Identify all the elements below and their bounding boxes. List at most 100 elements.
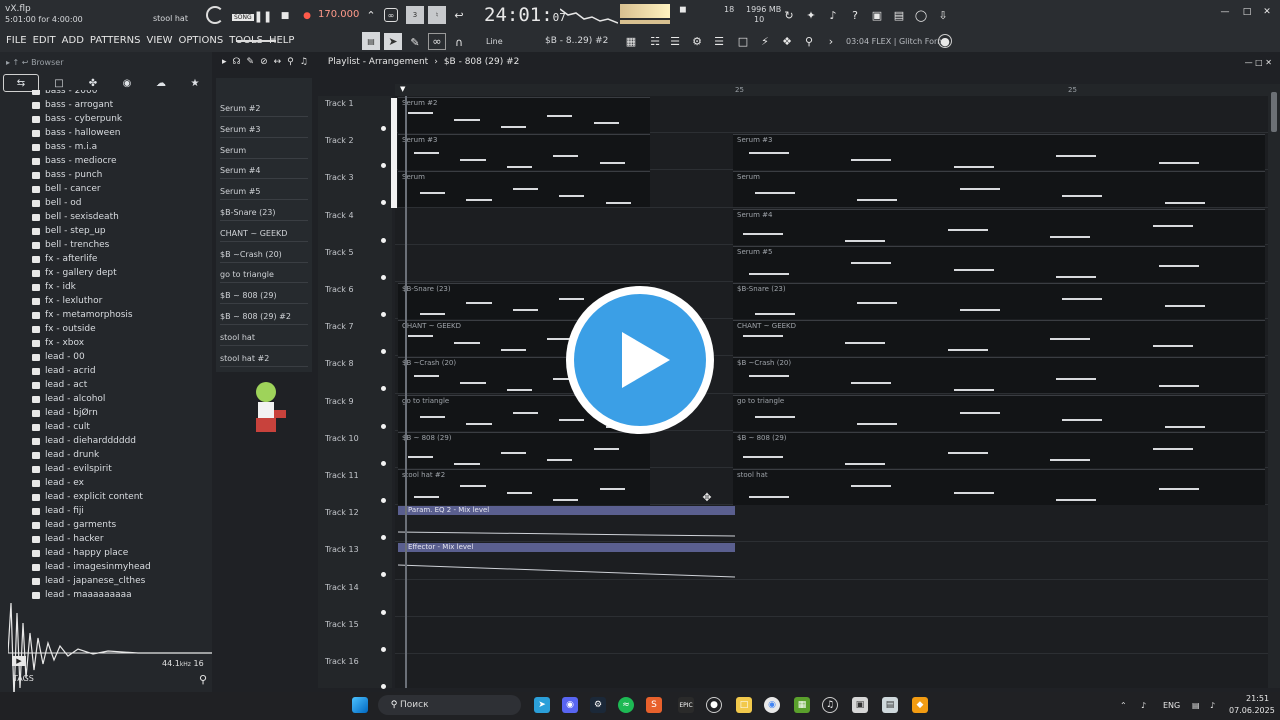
delete-icon[interactable]: ⊘ [260,57,268,67]
discord-icon[interactable]: ◉ [562,697,578,713]
browser-item[interactable]: fx - gallery dept [32,266,210,280]
track-label[interactable]: Track 3 [325,173,354,182]
wait-record-icon[interactable]: ∞ [384,8,398,22]
menu-file[interactable]: FILE [6,35,27,46]
tools-icon[interactable]: ✦ [804,8,818,22]
tempo-display[interactable]: 170.000 [318,9,359,20]
fl-studio-taskbar-icon[interactable]: ◆ [912,697,928,713]
playlist-icon[interactable]: ☰ [668,34,682,48]
track-mute-dot[interactable] [381,572,386,578]
save-icon[interactable]: ▣ [870,8,884,22]
track-mute-dot[interactable] [381,609,386,615]
browser-item[interactable]: bass - m.i.a [32,140,210,154]
pattern-clip[interactable]: $B ~Crash (20) [733,357,1265,394]
start-icon[interactable] [352,697,368,713]
pattern-clip[interactable]: Serum #3 [733,134,1265,171]
track-label[interactable]: Track 5 [325,248,354,257]
steam-icon[interactable]: ⚙ [590,697,606,713]
tune-icon[interactable]: ❖ [780,34,794,48]
close-icon[interactable]: ✕ [1260,5,1274,19]
pattern-clip[interactable]: $B ~ 808 (29) [733,431,1265,468]
browser-item[interactable]: lead - hacker [32,532,210,546]
browser-item[interactable]: lead - ex [32,476,210,490]
browser-item[interactable]: fx - afterlife [32,252,210,266]
browser-icon[interactable]: ☰ [712,34,726,48]
chrome-icon[interactable]: ◉ [764,697,780,713]
track-mute-dot[interactable] [381,163,386,169]
explorer-icon[interactable]: □ [736,697,752,713]
step-edit-icon[interactable]: ♮ [428,6,446,24]
arrow-tool-icon[interactable]: ➤ [384,33,402,50]
browser-item[interactable]: lead - act [32,378,210,392]
pattern-clip[interactable]: Serum #5 [733,245,1265,282]
track-selector[interactable] [391,98,397,208]
telegram-icon[interactable]: ➤ [534,697,550,713]
browser-item[interactable]: bell - trenches [32,238,210,252]
track-mute-dot[interactable] [381,498,386,503]
track-mute-dot[interactable] [381,646,386,652]
obs-icon[interactable]: ● [706,697,722,713]
language-indicator[interactable]: ENG [1163,701,1180,710]
browser-item[interactable]: lead - happy place [32,546,210,560]
menu-options[interactable]: OPTIONS [179,35,224,46]
menu-edit[interactable]: EDIT [33,35,56,46]
pattern-clip[interactable]: Serum [733,171,1265,208]
pattern-clip[interactable]: Serum [398,171,650,208]
clock-time[interactable]: 21:51 [1246,694,1269,703]
track-mute-dot[interactable] [381,237,386,243]
browser-item[interactable]: lead - 00 [32,350,210,364]
chat-icon[interactable]: ◯ [914,8,928,22]
track-lane[interactable] [395,580,1268,617]
browser-item[interactable]: bell - cancer [32,182,210,196]
browser-item[interactable]: lead - evilspirit [32,462,210,476]
timeline-ruler[interactable]: ▼ 25 25 [395,84,1268,96]
channel-8[interactable]: $B ~Crash (20) [220,250,308,263]
track-label[interactable]: Track 4 [325,211,354,220]
channel-12[interactable]: stool hat [220,333,308,346]
channel-10[interactable]: $B ~ 808 (29) [220,291,308,305]
playhead-marker[interactable]: ▼ [400,85,405,93]
file-icon[interactable]: □ [736,34,750,48]
track-mute-dot[interactable] [381,386,386,392]
pattern-selector[interactable]: $B - 8..29) #2 [545,36,608,46]
track-mute-dot[interactable] [381,312,386,317]
browser-item[interactable]: fx - xbox [32,336,210,350]
browser-item[interactable]: lead - acrid [32,364,210,378]
preview-play-icon[interactable]: ▶ [12,656,26,666]
browser-item[interactable]: fx - metamorphosis [32,308,210,322]
track-label[interactable]: Track 14 [325,583,359,592]
browser-search-icon[interactable]: ⚲ [196,672,210,686]
browser-item[interactable]: lead - imagesinmyhead [32,560,210,574]
tray-mic-icon[interactable]: ♪ [1141,701,1146,710]
track-mute-dot[interactable] [381,349,386,355]
minecraft-icon[interactable]: ▦ [794,697,810,713]
track-mute-dot[interactable] [381,460,386,466]
pattern-clip[interactable]: Serum #2 [398,97,650,133]
pencil-icon[interactable]: ✎ [408,35,422,49]
browser-item[interactable]: bass - punch [32,168,210,182]
browser-item[interactable]: lead - fiji [32,504,210,518]
browser-item[interactable]: fx - outside [32,322,210,336]
track-label[interactable]: Track 9 [325,397,354,406]
channel-2[interactable]: Serum #3 [220,125,308,138]
track-label[interactable]: Track 8 [325,359,354,368]
sublime-icon[interactable]: S [646,697,662,713]
browser-item[interactable]: bass - mediocre [32,154,210,168]
browser-item[interactable]: bell - step_up [32,224,210,238]
channel-6[interactable]: $B-Snare (23) [220,208,308,221]
master-volume-slider[interactable] [236,40,276,42]
help-icon[interactable]: ? [848,8,862,22]
track-mute-dot[interactable] [381,423,386,429]
playlist-arrow-icon[interactable]: ▸ [222,57,227,67]
clock-date[interactable]: 07.06.2025 [1229,706,1275,715]
track-mute-dot[interactable] [381,535,386,541]
song-mode-toggle[interactable]: SONG [232,14,254,21]
link-icon[interactable]: ∞ [428,33,446,50]
track-mute-dot[interactable] [381,126,386,131]
track-label[interactable]: Track 11 [325,471,359,480]
automation-clip[interactable]: Effector - Mix level [398,543,735,579]
metronome-icon[interactable]: ⌃ [364,8,378,22]
track-mute-dot[interactable] [381,274,386,280]
browser-item[interactable]: lead - japanese_clthes [32,574,210,588]
pattern-clip[interactable]: $B ~ 808 (29) [398,431,650,468]
